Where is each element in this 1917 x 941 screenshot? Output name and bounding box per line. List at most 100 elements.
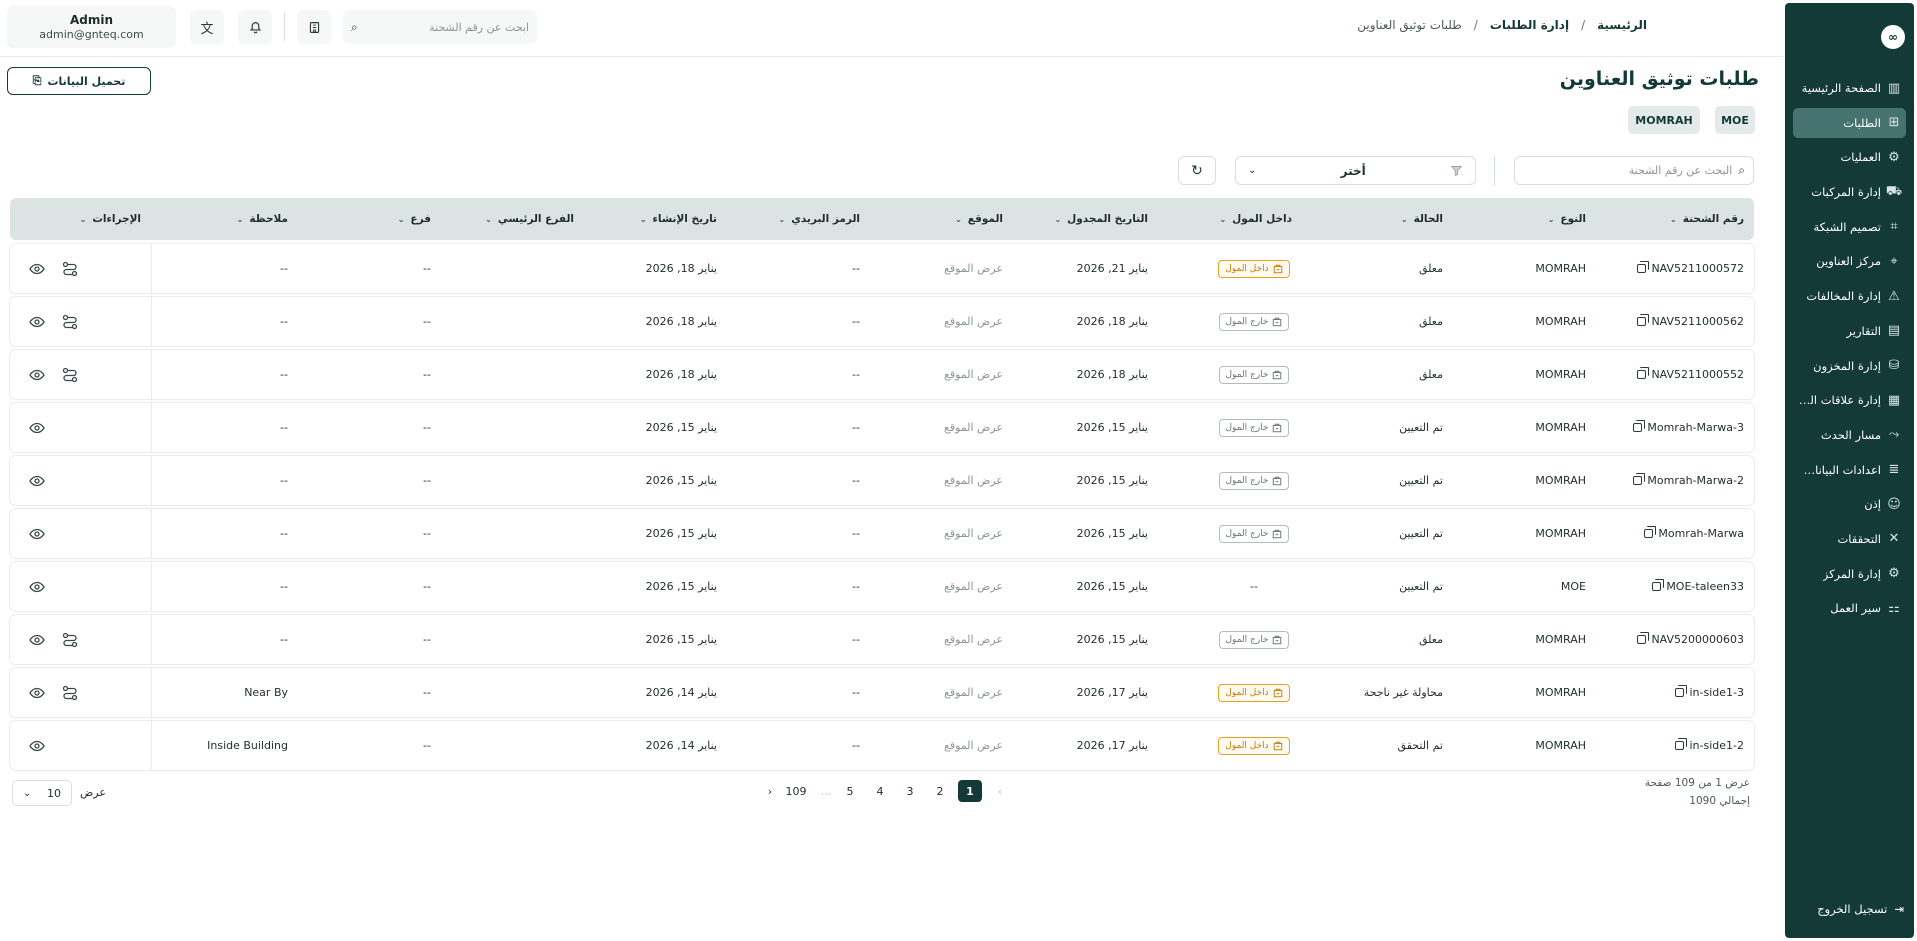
page-button[interactable]: 5 [838, 780, 862, 802]
table-row[interactable]: NAV5211000562 MOMRAH معلق خارج المول يناير 1… [10, 297, 1754, 346]
table-row[interactable]: NAV5211000572 MOMRAH معلق داخل المول يناير 2… [10, 244, 1754, 293]
table-row[interactable]: Momrah-Marwa-2 MOMRAH تم التعيين خارج المول… [10, 456, 1754, 505]
shipment-search-input[interactable] [1523, 164, 1733, 177]
view-location-link[interactable]: عرض الموقع [883, 509, 1003, 558]
route-icon[interactable] [59, 311, 81, 333]
view-icon[interactable] [26, 523, 48, 545]
view-location-link[interactable]: عرض الموقع [883, 403, 1003, 452]
table-row[interactable]: Momrah-Marwa-3 MOMRAH تم التعيين خارج المول… [10, 403, 1754, 452]
view-location-link[interactable]: عرض الموقع [883, 562, 1003, 611]
page-button[interactable]: 3 [898, 780, 922, 802]
sidebar-item-reports[interactable]: ▤ التقارير [1793, 316, 1906, 346]
table-row[interactable]: Momrah-Marwa MOMRAH تم التعيين خارج المول ين… [10, 509, 1754, 558]
view-icon[interactable] [26, 576, 48, 598]
sidebar-item-verifications[interactable]: ✕ التحققات [1793, 524, 1906, 554]
table-row[interactable]: NAV5211000552 MOMRAH معلق خارج المول يناير 1… [10, 350, 1754, 399]
copy-icon[interactable] [1652, 579, 1664, 591]
sidebar-item-network-design[interactable]: ⌗ تصميم الشبكة [1793, 212, 1906, 242]
sidebar-item-data-settings[interactable]: ≣ اعدادات البيانات... [1793, 455, 1906, 485]
copy-icon[interactable] [1675, 685, 1687, 697]
copy-icon[interactable] [1637, 632, 1649, 644]
view-icon[interactable] [26, 629, 48, 651]
column-header-postal-code[interactable]: الرمز البريدي ⌄ [779, 198, 860, 240]
download-data-button[interactable]: تحميل البيانات ⎘ [7, 67, 151, 95]
view-icon[interactable] [26, 470, 48, 492]
route-icon[interactable] [59, 629, 81, 651]
warehouse-button[interactable] [297, 10, 331, 44]
column-header-actions[interactable]: الإجراءات ⌄ [80, 198, 141, 240]
user-menu[interactable]: Admin admin@gnteq.com [7, 6, 176, 48]
page-button[interactable]: 109 [784, 780, 808, 802]
sidebar-item-inventory[interactable]: ⛁ إدارة المخزون [1793, 351, 1906, 381]
per-page-select[interactable]: ⌄ 10 [12, 780, 72, 806]
column-header-inside-mall[interactable]: داخل المول ⌄ [1219, 198, 1292, 240]
view-location-link[interactable]: عرض الموقع [883, 668, 1003, 717]
view-icon[interactable] [26, 682, 48, 704]
column-header-location[interactable]: الموقع ⌄ [955, 198, 1003, 240]
column-header-created-date[interactable]: تاريخ الإنشاء ⌄ [640, 198, 717, 240]
logout-button[interactable]: ⇥ تسجيل الخروج [1817, 902, 1904, 916]
route-icon[interactable] [59, 364, 81, 386]
column-header-note[interactable]: ملاحظة ⌄ [237, 198, 288, 240]
view-location-link[interactable]: عرض الموقع [883, 721, 1003, 770]
page-button[interactable]: 4 [868, 780, 892, 802]
view-icon[interactable] [26, 258, 48, 280]
breadcrumb-section[interactable]: إدارة الطلبات [1490, 18, 1569, 32]
view-icon[interactable] [26, 417, 48, 439]
column-header-shipment[interactable]: رقم الشحنة ⌄ [1670, 198, 1744, 240]
sidebar-item-violations[interactable]: ⚠ إدارة المخالفات [1793, 281, 1906, 311]
column-header-branch[interactable]: فرع ⌄ [398, 198, 431, 240]
copy-icon[interactable] [1633, 473, 1645, 485]
column-header-type[interactable]: النوع ⌄ [1548, 198, 1586, 240]
view-location-link[interactable]: عرض الموقع [883, 456, 1003, 505]
shipment-search[interactable]: ⌕ [1514, 156, 1754, 185]
copy-icon[interactable] [1637, 367, 1649, 379]
sidebar-item-home[interactable]: ▥ الصفحة الرئيسية [1793, 73, 1906, 103]
topbar-search[interactable]: ⌕ [343, 10, 537, 44]
column-header-scheduled-date[interactable]: التاريخ المجدول ⌄ [1054, 198, 1148, 240]
view-icon[interactable] [26, 311, 48, 333]
app-logo[interactable]: ∞ [1881, 25, 1905, 49]
page-button[interactable]: 2 [928, 780, 952, 802]
sidebar-item-workflow[interactable]: ⚏ سير العمل [1793, 593, 1906, 623]
route-icon[interactable] [59, 258, 81, 280]
sidebar-item-permission[interactable]: ☺ إذن [1793, 489, 1906, 519]
sidebar-item-vehicles[interactable]: ⛟ إدارة المركبات [1793, 177, 1906, 207]
view-location-link[interactable]: عرض الموقع [883, 350, 1003, 399]
refresh-button[interactable]: ↻ [1178, 156, 1216, 185]
table-row[interactable]: MOE-taleen33 MOE تم التعيين -- يناير 15, 202… [10, 562, 1754, 611]
view-location-link[interactable]: عرض الموقع [883, 297, 1003, 346]
filter-select[interactable]: ⌄ أختر [1235, 156, 1476, 185]
table-row[interactable]: in-side1-2 MOMRAH تم التحقق داخل المول يناير… [10, 721, 1754, 770]
topbar-search-input[interactable] [363, 20, 529, 34]
sidebar-item-center-management[interactable]: ⚙ إدارة المركز [1793, 559, 1906, 589]
breadcrumb-home[interactable]: الرئيسية [1597, 18, 1647, 32]
column-header-status[interactable]: الحالة ⌄ [1401, 198, 1443, 240]
page-ellipsis[interactable]: ... [814, 780, 838, 802]
sidebar-item-address-center[interactable]: ⌖ مركز العناوين [1793, 246, 1906, 276]
next-page-icon[interactable]: › [758, 780, 782, 802]
route-icon[interactable] [59, 682, 81, 704]
sidebar-item-event-path[interactable]: ⤳ مسار الحدث [1793, 420, 1906, 450]
view-location-link[interactable]: عرض الموقع [883, 615, 1003, 664]
copy-icon[interactable] [1633, 420, 1645, 432]
copy-icon[interactable] [1637, 314, 1649, 326]
sidebar-item-requests[interactable]: ⊞ الطلبات [1793, 107, 1906, 138]
page-button[interactable]: 1 [958, 780, 982, 802]
copy-icon[interactable] [1675, 738, 1687, 750]
table-row[interactable]: NAV5200000603 MOMRAH معلق خارج المول يناير 1… [10, 615, 1754, 664]
chip-momrah[interactable]: MOMRAH [1628, 106, 1700, 134]
table-row[interactable]: in-side1-3 MOMRAH محاولة غير ناجحة داخل الم… [10, 668, 1754, 717]
notifications-button[interactable] [238, 10, 272, 44]
copy-icon[interactable] [1644, 526, 1656, 538]
chip-moe[interactable]: MOE [1715, 106, 1755, 134]
column-header-main-branch[interactable]: الفرع الرئيسي ⌄ [485, 198, 574, 240]
prev-page-icon[interactable]: ‹ [988, 780, 1012, 802]
view-icon[interactable] [26, 735, 48, 757]
copy-icon[interactable] [1637, 261, 1649, 273]
sidebar-item-crm[interactable]: ▦ إدارة علاقات العملاء [1793, 385, 1906, 415]
sidebar-item-operations[interactable]: ⚙ العمليات [1793, 142, 1906, 172]
language-button[interactable]: 文 [190, 10, 224, 44]
view-icon[interactable] [26, 364, 48, 386]
view-location-link[interactable]: عرض الموقع [883, 244, 1003, 293]
